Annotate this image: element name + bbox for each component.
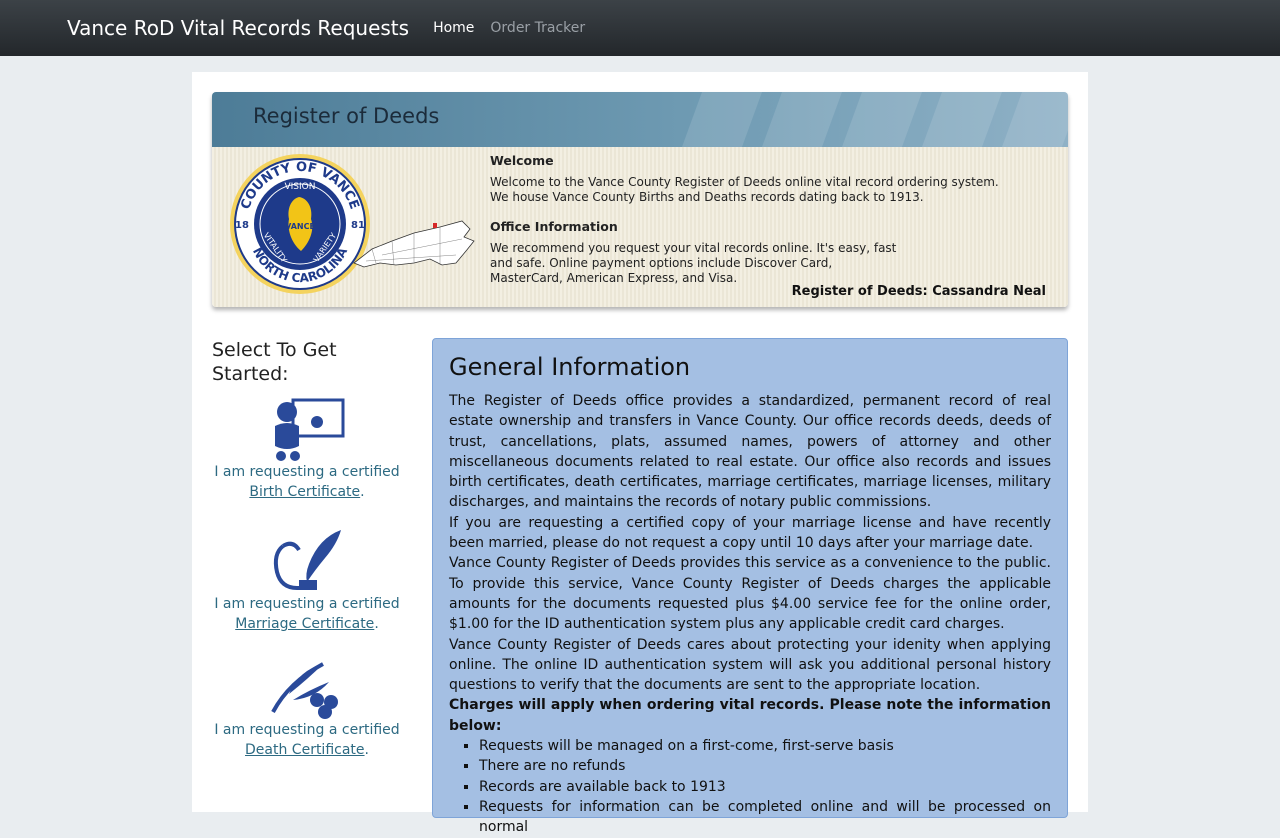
charges-note: Charges will apply when ordering vital r… [449, 697, 1051, 734]
office-info-text: We recommend you request your vital reco… [490, 241, 897, 285]
olive-branch-icon [271, 662, 338, 719]
death-option-text: I am requesting a certified Death Certif… [214, 722, 400, 758]
office-info-heading: Office Information [490, 219, 618, 234]
north-carolina-map-icon [353, 220, 475, 268]
svg-text:VISION: VISION [285, 182, 316, 192]
marriage-certificate-link[interactable]: Marriage Certificate [235, 616, 374, 632]
banner-header: Register of Deeds [212, 92, 1068, 147]
death-certificate-link[interactable]: Death Certificate [245, 742, 365, 758]
register-of-deeds-banner: Register of Deeds COUNTY OF VANCE NORTH … [212, 92, 1068, 307]
main-nav: Home Order Tracker [433, 20, 585, 36]
info-paragraph-1: The Register of Deeds office provides a … [449, 393, 1051, 511]
nav-order-tracker[interactable]: Order Tracker [490, 20, 585, 36]
info-paragraph-4: Vance County Register of Deeds cares abo… [449, 636, 1051, 694]
marriage-option-text: I am requesting a certified Marriage Cer… [214, 596, 400, 632]
svg-text:18: 18 [235, 220, 249, 231]
welcome-text: Welcome to the Vance County Register of … [490, 175, 999, 204]
general-information-panel: General Information The Register of Deed… [432, 338, 1068, 835]
list-item: Requests for information can be complete… [479, 797, 1051, 838]
main-container: Register of Deeds COUNTY OF VANCE NORTH … [192, 72, 1088, 835]
baby-certificate-icon [275, 398, 345, 461]
welcome-panel: Welcome Welcome to the Vance County Regi… [490, 153, 1050, 300]
nav-home[interactable]: Home [433, 20, 474, 36]
death-certificate-option[interactable]: I am requesting a certified Death Certif… [212, 660, 402, 760]
birth-option-text: I am requesting a certified Birth Certif… [214, 464, 400, 500]
banner-title: Register of Deeds [253, 104, 440, 128]
svg-text:VANCE: VANCE [285, 222, 315, 231]
info-paragraph-2: If you are requesting a certified copy o… [449, 514, 1051, 552]
get-started-sidebar: Select To Get Started: I am requesting a… [212, 338, 402, 760]
info-paragraph-3: Vance County Register of Deeds provides … [449, 555, 1051, 633]
info-bullet-list: Requests will be managed on a first-come… [449, 736, 1051, 837]
top-navbar: Vance RoD Vital Records Requests Home Or… [0, 0, 1280, 56]
list-item: There are no refunds [479, 756, 1051, 776]
marriage-certificate-option[interactable]: I am requesting a certified Marriage Cer… [212, 528, 402, 634]
county-seal-icon: COUNTY OF VANCE NORTH CAROLINA VISION VI… [230, 154, 370, 294]
banner-body: COUNTY OF VANCE NORTH CAROLINA VISION VI… [212, 147, 1068, 307]
quill-scroll-icon [273, 530, 341, 590]
info-title: General Information [449, 353, 691, 381]
register-name: Register of Deeds: Cassandra Neal [791, 284, 1046, 299]
list-item: Requests will be managed on a first-come… [479, 736, 1051, 756]
birth-certificate-option[interactable]: I am requesting a certified Birth Certif… [212, 398, 402, 502]
welcome-heading: Welcome [490, 153, 554, 168]
site-brand[interactable]: Vance RoD Vital Records Requests [67, 16, 409, 40]
list-item: Records are available back to 1913 [479, 777, 1051, 797]
sidebar-heading: Select To Get Started: [212, 339, 337, 385]
birth-certificate-link[interactable]: Birth Certificate [249, 484, 360, 500]
